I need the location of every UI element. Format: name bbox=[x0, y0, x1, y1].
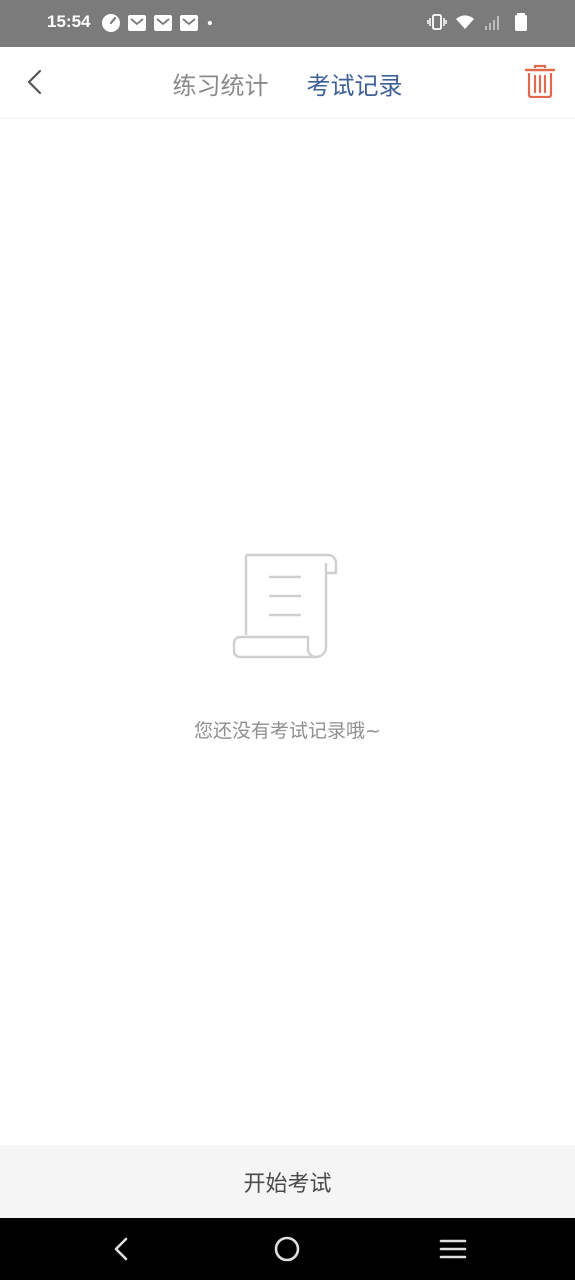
start-exam-button[interactable]: 开始考试 bbox=[0, 1145, 575, 1218]
header: 练习统计 考试记录 bbox=[0, 47, 575, 119]
system-nav-bar bbox=[0, 1218, 575, 1280]
wifi-icon bbox=[456, 15, 474, 29]
status-time: 15:54 bbox=[47, 12, 91, 31]
vibrate-icon bbox=[427, 14, 447, 30]
empty-state-message: 您还没有考试记录哦~ bbox=[194, 720, 381, 742]
status-bar: 15:54 bbox=[0, 0, 575, 47]
scroll-document-icon bbox=[232, 553, 338, 659]
dot-icon bbox=[207, 20, 212, 26]
signal-icon bbox=[485, 16, 499, 30]
mail-icon bbox=[128, 15, 146, 31]
tab-exam-records[interactable]: 考试记录 bbox=[303, 66, 407, 101]
speedometer-icon bbox=[102, 14, 120, 32]
tab-practice-stats[interactable]: 练习统计 bbox=[169, 66, 273, 101]
nav-back-icon[interactable] bbox=[107, 1234, 137, 1264]
battery-icon bbox=[515, 13, 527, 31]
tab-bar: 练习统计 考试记录 bbox=[0, 47, 575, 119]
nav-home-icon[interactable] bbox=[272, 1234, 302, 1264]
mail-icon bbox=[154, 15, 172, 31]
trash-icon[interactable] bbox=[525, 64, 555, 98]
status-notification-icons bbox=[101, 13, 219, 33]
nav-menu-icon[interactable] bbox=[438, 1234, 468, 1264]
status-system-icons bbox=[427, 12, 531, 32]
mail-icon bbox=[180, 15, 198, 31]
